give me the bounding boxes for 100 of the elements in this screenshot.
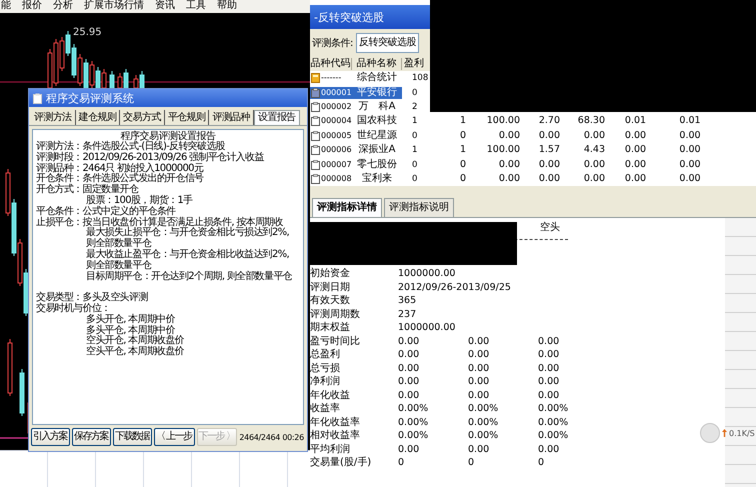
report-text: 多头平仓, 本周期中价: [85, 326, 175, 336]
metric-label: 相对收益率: [310, 429, 361, 442]
menu-item[interactable]: 扩展市场行情: [84, 0, 144, 12]
name-cell-text: 零七股份: [356, 158, 398, 171]
table-cell-text: 0.00: [678, 130, 702, 142]
name-cell-text: 深振业A: [358, 144, 396, 156]
report-text: 空头开仓, 本周期收盘价: [85, 336, 185, 346]
table-cell-text: 1: [458, 115, 468, 128]
column-header[interactable]: 品种名称: [352, 58, 402, 70]
metric-value: 0.00%: [398, 429, 430, 442]
tab[interactable]: 评测方法: [31, 110, 76, 125]
folder-icon: [311, 73, 320, 84]
metric-label: 平均利润: [310, 442, 351, 456]
table-cell-text: 0.00: [538, 172, 561, 185]
metric-value: 0.00%: [398, 402, 430, 416]
menu-item[interactable]: 帮助: [217, 0, 237, 12]
metric-value: 0: [468, 456, 476, 470]
tab[interactable]: 评测指标详情: [312, 198, 382, 217]
metric-value: 0.00: [538, 375, 560, 388]
report-label: 评测时段：: [36, 152, 83, 163]
tab[interactable]: 建仓规则: [76, 110, 120, 125]
table-cell-text: 100.00: [486, 144, 521, 156]
table-cell-text: 0.00: [624, 144, 648, 156]
menu-item[interactable]: 资讯: [155, 0, 175, 12]
code-cell[interactable]: 000005: [310, 130, 352, 142]
code-cell[interactable]: 000007: [310, 158, 352, 171]
table-cell-text: 0.00: [624, 130, 648, 142]
table-cell-text: 0.00: [582, 130, 606, 142]
report-text: 公式中定义的平仓条件: [82, 206, 176, 217]
metric-value: 0.00: [398, 334, 420, 348]
metric-value: 0.00: [398, 375, 420, 388]
table-cell-text: 0.00: [582, 172, 606, 185]
column-header[interactable]: 品种代码: [310, 58, 352, 70]
table-cell-text: 0.00: [538, 130, 561, 142]
menu-item[interactable]: 报价: [22, 0, 42, 12]
table-cell-text: 0.00: [624, 172, 648, 185]
name-cell-text: 国农科技: [356, 115, 398, 128]
metric-value: 0.00%: [538, 416, 570, 429]
metric-label: 评测周期数: [310, 308, 361, 321]
code-cell[interactable]: 000006: [310, 144, 352, 156]
report-text: 股票：100股，期货：1手: [85, 196, 194, 206]
table-cell-text: 1: [411, 115, 418, 128]
table-cell-text: 0.00: [538, 158, 561, 171]
metric-value: 0.00: [398, 388, 420, 402]
dialog-button[interactable]: 保存方案: [72, 428, 111, 446]
table-cell-text: 0.00: [678, 144, 702, 156]
table-cell-text: 2: [411, 100, 418, 113]
metric-label: 初始资金: [310, 267, 351, 280]
table-cell-text: 0: [458, 130, 468, 142]
table-cell-text: 1: [458, 144, 468, 156]
column-header[interactable]: 盈利: [402, 58, 424, 70]
table-cell-text: 1.57: [538, 144, 561, 156]
code-cell[interactable]: 000001: [310, 86, 352, 99]
table-cell-text: 2.70: [538, 115, 561, 128]
candlestick: [8, 338, 12, 396]
metric-value: 0.00: [538, 442, 560, 456]
report-text: 目标周期平仓：开仓达到2个周期, 则全部数量平仓: [85, 272, 293, 282]
report-label: 开仓条件：: [36, 174, 83, 184]
tab[interactable]: 设置报告: [254, 110, 300, 125]
metric-label: 期末权益: [310, 321, 351, 334]
menu-item[interactable]: 工具: [186, 0, 206, 12]
window-title: -反转突破选股: [314, 10, 384, 24]
report-text: 空头平仓, 本周期收盘价: [85, 347, 185, 358]
table-cell-text: 0.00: [498, 172, 521, 185]
report-text: 按当日收盘价计算是否满足止损条件, 按本周期收: [82, 218, 283, 228]
table-cell-text: 0: [458, 158, 468, 171]
document-icon: [311, 88, 320, 98]
code-cell[interactable]: 000008: [310, 172, 352, 185]
menu-item[interactable]: 能: [1, 0, 11, 12]
table-cell-text: 1: [411, 144, 418, 156]
condition-field[interactable]: 反转突破选股: [356, 32, 419, 52]
table-cell-text: 4.43: [582, 144, 606, 156]
tab[interactable]: 评测指标说明: [384, 198, 454, 217]
metric-value: 0.00: [468, 442, 490, 456]
report-label: 交易时机与价位：: [36, 304, 110, 314]
menu-item[interactable]: 分析: [53, 0, 73, 12]
metric-value: 0.00%: [538, 429, 570, 442]
report-label: 交易类型：: [36, 293, 83, 304]
condition-label: 评测条件:: [312, 36, 353, 50]
table-cell-text: 0: [411, 130, 418, 142]
report-heading: 程序交易评测设置报告: [120, 131, 216, 142]
code-cell[interactable]: 000004: [310, 115, 352, 128]
metric-value: 0.00%: [398, 416, 430, 429]
metric-label: 评测日期: [310, 280, 351, 294]
metric-label: 有效天数: [310, 294, 351, 308]
report-label: 评测方法：: [36, 142, 83, 152]
dialog-button[interactable]: 引入方案: [31, 428, 70, 446]
report-label: 平仓条件：: [36, 206, 83, 217]
metric-value: 0.00%: [538, 402, 570, 416]
metric-value: 0.00: [468, 375, 490, 388]
metric-value: 0.00: [538, 362, 560, 375]
metric-value: 1000000.00: [398, 267, 456, 280]
metric-value: 0.00: [398, 348, 420, 362]
code-cell[interactable]: 000002: [310, 100, 352, 113]
tab[interactable]: 交易方式: [120, 110, 165, 125]
code-cell[interactable]: -------: [310, 72, 352, 84]
dialog-button[interactable]: 下载数据: [113, 428, 152, 446]
report-text: 条件选股公式-(日线)-反转突破选股: [82, 142, 226, 152]
metric-value: 0.00: [468, 362, 490, 375]
dialog-button[interactable]: 〈 上一步: [154, 428, 195, 446]
